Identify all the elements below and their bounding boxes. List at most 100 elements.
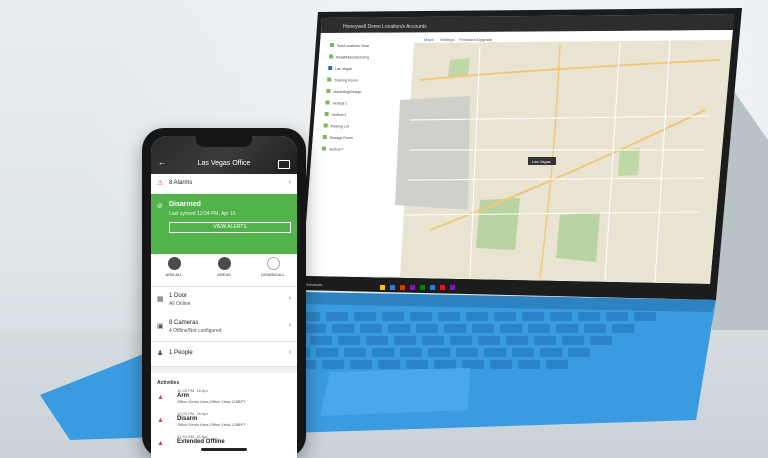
keyboard-key <box>534 336 556 345</box>
keyboard-key <box>416 324 438 333</box>
keyboard-key <box>428 348 450 357</box>
keyboard-key <box>462 360 484 369</box>
alarms-row[interactable]: ⚠ 8 Alarms › <box>151 174 297 195</box>
keyboard-key <box>528 324 550 333</box>
keyboard-key <box>556 324 578 333</box>
keyboard-key <box>388 324 410 333</box>
camera-icon: ▣ <box>157 323 164 330</box>
keyboard-key <box>372 348 394 357</box>
chevron-right-icon: › <box>288 349 291 356</box>
keyboard-key <box>494 312 516 321</box>
areas-button[interactable]: AREAS <box>204 257 244 277</box>
activity-name: Extended Offline <box>177 439 225 445</box>
keyboard-key <box>322 360 344 369</box>
status-subtitle: Last synced 12:04 PM, Apr 16 <box>169 211 236 217</box>
map-park-2 <box>556 212 600 262</box>
keyboard-key <box>344 348 366 357</box>
chevron-right-icon: › <box>288 322 291 329</box>
map-park-3 <box>448 58 470 77</box>
keyboard-key <box>394 336 416 345</box>
tree-item[interactable]: Storage Room <box>330 136 353 140</box>
keyboard-key <box>584 324 606 333</box>
view-alerts-button[interactable]: VIEW ALERTS <box>169 222 291 233</box>
keyboard-key <box>522 312 544 321</box>
offline-activity-icon: ▲ <box>157 440 164 447</box>
home-indicator <box>201 448 247 451</box>
keyboard-key <box>438 312 460 321</box>
chevron-right-icon: › <box>288 179 291 186</box>
activity-item[interactable]: 12:03 PM, 16 Apr Disarm Office Demo Area… <box>177 411 246 427</box>
activity-item[interactable]: 01:44 AM, 16 Apr Extended Offline <box>177 434 225 445</box>
tree-item[interactable]: Vertical 7 <box>329 148 344 152</box>
arm-icon <box>167 257 181 270</box>
tree-item-icon <box>328 66 333 70</box>
map-park-1 <box>476 198 520 250</box>
people-icon: ♟ <box>157 350 164 357</box>
keyboard-key <box>326 312 348 321</box>
disarm-all-label: DISARM ALL <box>261 272 285 277</box>
map-urban-zone <box>395 96 470 210</box>
keyboard-key <box>634 312 656 321</box>
arm-all-label: ARM ALL <box>165 272 183 277</box>
activity-item[interactable]: 12:03 PM, 16 Apr Arm Office Demo Area,Of… <box>177 388 246 404</box>
tree-item-icon <box>321 146 326 151</box>
tree-item[interactable]: Parking Lot <box>331 125 349 129</box>
tree-item-icon <box>330 43 334 47</box>
keyboard-key <box>518 360 540 369</box>
cameras-row[interactable]: ▣ 8 Cameras 4 Offline/Not configured › <box>151 314 297 342</box>
keyboard-key <box>422 336 444 345</box>
grid-icon[interactable] <box>278 160 290 169</box>
keyboard-key <box>316 348 338 357</box>
tree-item-icon <box>323 123 328 128</box>
tab-settings: Settings <box>440 37 454 42</box>
taskbar-icon <box>380 285 385 290</box>
people-row[interactable]: ♟ 1 People › <box>151 342 297 367</box>
tree-item[interactable]: Training Room <box>334 79 357 83</box>
tree-item[interactable]: Sub/Locations Vista <box>337 44 369 48</box>
disarm-icon <box>266 257 280 270</box>
areas-label: AREAS <box>217 272 231 277</box>
alarms-label: 8 Alarms <box>169 180 193 186</box>
map-marker-label: Las Vegas <box>532 159 551 164</box>
keyboard-key <box>434 360 456 369</box>
disarm-activity-icon: ▲ <box>157 417 164 424</box>
areas-icon <box>217 257 231 270</box>
taskbar-icon <box>450 285 455 290</box>
keyboard-key <box>444 324 466 333</box>
tree-item-icon <box>326 89 331 93</box>
phone-screen: ← Las Vegas Office ⚠ 8 Alarms › ⊘ Disarm… <box>151 136 297 458</box>
tree-item[interactable]: Retail/Manufacturing <box>336 56 369 60</box>
keyboard-key <box>406 360 428 369</box>
keyboard-key <box>466 312 488 321</box>
scene: Honeywell Demo Location/s Accounts Maps … <box>0 0 768 458</box>
tree-item[interactable]: Marketing/Design <box>333 90 361 94</box>
keyboard-key <box>472 324 494 333</box>
door-icon: ▦ <box>157 296 164 303</box>
keyboard-key <box>546 360 568 369</box>
laptop: Honeywell Demo Location/s Accounts Maps … <box>40 8 768 440</box>
keyboard-key <box>578 312 600 321</box>
arm-all-button[interactable]: ARM ALL <box>154 257 194 277</box>
tree-item[interactable]: Las Vegas <box>335 67 352 71</box>
people-title: 1 People <box>169 350 193 356</box>
section-divider <box>151 367 297 373</box>
keyboard-key <box>378 360 400 369</box>
keyboard-key <box>332 324 354 333</box>
tree-item[interactable]: Vertical 1 <box>333 102 348 106</box>
doors-row[interactable]: ▦ 1 Door All Online › <box>151 286 297 315</box>
keyboard-key <box>612 324 634 333</box>
keyboard-key <box>490 360 512 369</box>
taskbar-icon <box>410 285 415 290</box>
keyboard-key <box>350 360 372 369</box>
activities-title: Activities <box>157 380 180 386</box>
keyboard-key <box>400 348 422 357</box>
bell-icon: ⚠ <box>157 180 164 187</box>
disarm-all-button[interactable]: DISARM ALL <box>253 257 293 277</box>
keyboard-key <box>354 312 376 321</box>
keyboard-key <box>606 312 628 321</box>
doors-title: 1 Door <box>169 293 188 299</box>
tree-item-icon <box>324 112 329 116</box>
tree-item[interactable]: Vertical 2 <box>332 113 347 117</box>
tab-firmware: Firmware/Upgrade <box>459 37 493 42</box>
keyboard-key <box>512 348 534 357</box>
